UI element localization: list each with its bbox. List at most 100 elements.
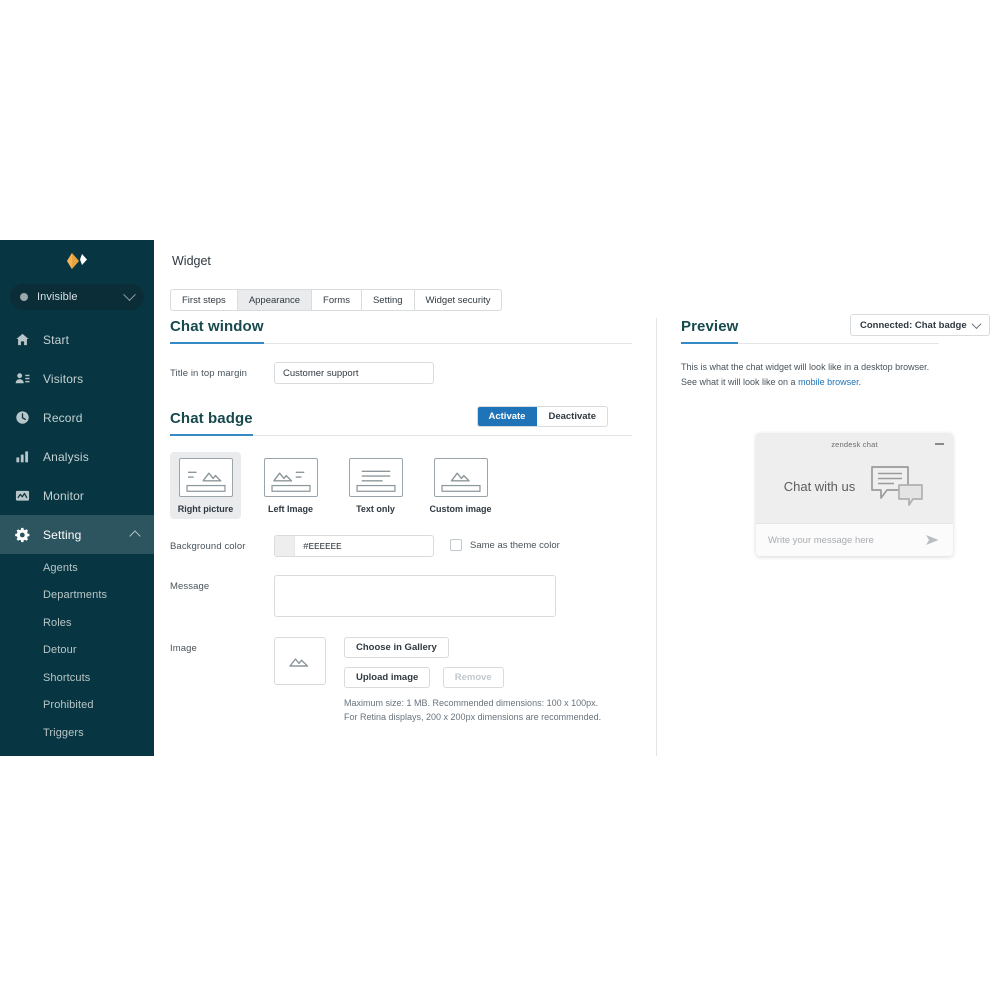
image-placeholder-icon — [289, 658, 309, 667]
app-root: Invisible Start Visitors Record Analysis… — [0, 240, 1000, 756]
page-title: Widget — [172, 254, 211, 268]
sidebar-subitem-prohibited[interactable]: Prohibited — [0, 692, 154, 720]
upload-image-button[interactable]: Upload image — [344, 667, 431, 688]
image-label: Image — [170, 643, 197, 654]
tab-first-steps[interactable]: First steps — [171, 290, 238, 310]
sidebar-subitem-detour[interactable]: Detour — [0, 637, 154, 665]
image-row: Image Choose in Gallery Upload image Rem… — [170, 637, 632, 725]
chat-window-title: Chat window — [170, 318, 264, 344]
same-as-theme-checkbox[interactable]: Same as theme color — [450, 535, 560, 551]
sidebar-subitem-label: Triggers — [43, 726, 84, 739]
title-field-label: Title in top margin — [170, 368, 248, 379]
title-in-top-margin-input[interactable] — [274, 362, 434, 384]
content-split: Chat window Title in top margin Chat bad… — [154, 314, 1000, 756]
badge-layout-text-only[interactable]: Text only — [340, 452, 411, 519]
sidebar-item-label: Visitors — [43, 371, 84, 386]
title-field-row: Title in top margin — [170, 362, 632, 384]
diamond-logo-icon — [67, 253, 87, 269]
sidebar-subitem-label: Roles — [43, 616, 72, 629]
sidebar-subitem-agents[interactable]: Agents — [0, 554, 154, 582]
color-swatch[interactable] — [275, 536, 295, 556]
status-dot-icon — [20, 293, 28, 301]
widget-input-placeholder: Write your message here — [768, 534, 874, 546]
mobile-browser-link[interactable]: mobile browser — [798, 377, 859, 387]
badge-layout-custom-image[interactable]: Custom image — [425, 452, 496, 519]
remove-image-button: Remove — [442, 667, 504, 688]
color-hex-value: #EEEEEE — [303, 540, 342, 552]
message-label: Message — [170, 581, 210, 592]
home-icon — [12, 330, 32, 350]
preview-pane: Preview Connected: Chat badge This is wh… — [657, 314, 1000, 756]
sidebar-item-monitor[interactable]: Monitor — [0, 476, 154, 515]
layout-text-only-icon — [348, 458, 403, 497]
layout-right-picture-icon — [178, 458, 233, 497]
tab-setting[interactable]: Setting — [361, 290, 415, 310]
status-selector[interactable]: Invisible — [10, 284, 144, 310]
settings-pane: Chat window Title in top margin Chat bad… — [154, 318, 656, 756]
same-as-theme-label: Same as theme color — [470, 539, 560, 551]
widget-title-bar: zendesk chat — [756, 433, 953, 455]
chevron-down-icon — [123, 287, 136, 301]
status-label: Invisible — [37, 291, 78, 303]
preview-desc-period: . — [858, 376, 862, 387]
widget-message-input[interactable]: Write your message here — [756, 523, 953, 556]
sidebar-subitem-departments[interactable]: Departments — [0, 582, 154, 610]
tab-widget-security[interactable]: Widget security — [414, 290, 502, 310]
sidebar-item-label: Record — [43, 410, 83, 425]
preview-mode-value: Connected: Chat badge — [860, 319, 967, 331]
image-actions: Choose in Gallery Upload image Remove Ma… — [344, 637, 601, 725]
preview-section-header: Preview Connected: Chat badge — [681, 314, 1000, 344]
checkbox-box-icon — [450, 539, 462, 551]
sidebar-item-label: Start — [43, 332, 70, 347]
badge-layout-left-image[interactable]: Left Image — [255, 452, 326, 519]
widget-badge-body: Chat with us — [756, 455, 953, 517]
tab-forms[interactable]: Forms — [312, 290, 362, 310]
clock-icon — [12, 408, 32, 428]
chevron-down-icon — [971, 318, 982, 329]
monitor-icon — [12, 486, 32, 506]
image-preview-thumb[interactable] — [274, 637, 326, 685]
sidebar-subitem-roles[interactable]: Roles — [0, 609, 154, 637]
badge-layout-chooser: Right picture Left Image Text only Custo… — [170, 452, 632, 519]
sidebar-subitem-label: Agents — [43, 561, 78, 574]
brand-logo — [0, 240, 154, 278]
sidebar-item-record[interactable]: Record — [0, 398, 154, 437]
sidebar-nav: Start Visitors Record Analysis Monitor S… — [0, 320, 154, 747]
sidebar-subitem-label: Departments — [43, 589, 108, 602]
chat-widget-preview: zendesk chat Chat with us Write your mes… — [756, 433, 953, 556]
sidebar-subitem-shortcuts[interactable]: Shortcuts — [0, 664, 154, 692]
message-row: Message — [170, 575, 632, 617]
badge-layout-right-picture[interactable]: Right picture — [170, 452, 241, 519]
chat-bubbles-icon — [871, 466, 924, 506]
chat-badge-title: Chat badge — [170, 410, 253, 436]
gear-icon — [12, 525, 32, 545]
chat-window-section-header: Chat window — [170, 318, 632, 344]
choose-in-gallery-button[interactable]: Choose in Gallery — [344, 637, 449, 658]
tab-appearance[interactable]: Appearance — [237, 290, 313, 310]
sidebar-item-start[interactable]: Start — [0, 320, 154, 359]
background-color-row: Background color #EEEEEE Same as theme c… — [170, 535, 632, 557]
deactivate-button[interactable]: Deactivate — [537, 407, 607, 426]
bar-chart-icon — [12, 447, 32, 467]
minimize-icon[interactable] — [935, 443, 944, 445]
background-color-input[interactable]: #EEEEEE — [274, 535, 434, 557]
sidebar-subitem-label: Shortcuts — [43, 671, 91, 684]
sidebar-item-label: Analysis — [43, 449, 89, 464]
sidebar-item-visitors[interactable]: Visitors — [0, 359, 154, 398]
send-arrow-icon[interactable] — [924, 533, 941, 547]
message-textarea[interactable] — [274, 575, 556, 617]
activate-button[interactable]: Activate — [477, 407, 538, 426]
sidebar-subitem-label: Detour — [43, 644, 77, 657]
tab-bar: First steps Appearance Forms Setting Wid… — [170, 289, 503, 311]
activate-toggle-group: Activate Deactivate — [476, 406, 608, 427]
badge-layout-label: Right picture — [177, 504, 234, 514]
image-hint-line1: Maximum size: 1 MB. Recommended dimensio… — [344, 698, 599, 708]
sidebar-subitem-triggers[interactable]: Triggers — [0, 719, 154, 747]
image-hint: Maximum size: 1 MB. Recommended dimensio… — [344, 697, 601, 725]
badge-layout-label: Left Image — [267, 504, 313, 514]
sidebar-item-setting[interactable]: Setting — [0, 515, 154, 554]
preview-description: This is what the chat widget will look l… — [681, 360, 939, 390]
preview-mode-dropdown[interactable]: Connected: Chat badge — [850, 314, 990, 336]
sidebar-item-analysis[interactable]: Analysis — [0, 437, 154, 476]
visitors-icon — [12, 369, 32, 389]
